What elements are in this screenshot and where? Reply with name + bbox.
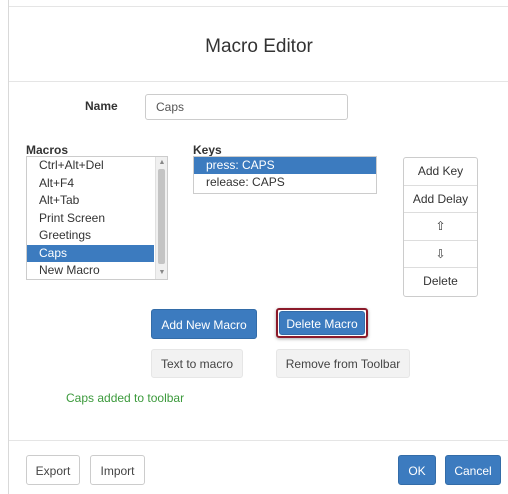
macro-item-alt-f4[interactable]: Alt+F4: [27, 175, 154, 193]
keys-listbox[interactable]: press: CAPS release: CAPS: [193, 156, 377, 194]
remove-from-toolbar-button[interactable]: Remove from Toolbar: [276, 349, 410, 378]
delete-macro-button[interactable]: Delete Macro: [279, 311, 365, 335]
macros-listbox[interactable]: Ctrl+Alt+Del Alt+F4 Alt+Tab Print Screen…: [26, 156, 168, 280]
macros-label: Macros: [26, 143, 69, 157]
macro-item-ctrl-alt-del[interactable]: Ctrl+Alt+Del: [27, 157, 154, 175]
macro-name-input[interactable]: [145, 94, 348, 120]
top-border: [9, 6, 508, 7]
import-button[interactable]: Import: [90, 455, 145, 485]
cancel-button[interactable]: Cancel: [445, 455, 501, 485]
key-item-press-caps[interactable]: press: CAPS: [194, 157, 376, 174]
macro-item-caps[interactable]: Caps: [27, 244, 154, 262]
export-button[interactable]: Export: [26, 455, 80, 485]
add-delay-button[interactable]: Add Delay: [404, 186, 477, 213]
move-up-arrow-icon[interactable]: ⇧: [404, 213, 477, 241]
key-button-group: Add Key Add Delay ⇧ ⇩ Delete: [403, 157, 478, 297]
keys-label: Keys: [193, 143, 222, 157]
ok-button[interactable]: OK: [398, 455, 436, 485]
header-divider: [9, 81, 508, 82]
scroll-up-arrow-icon[interactable]: ▲: [156, 158, 167, 168]
text-to-macro-button[interactable]: Text to macro: [151, 349, 243, 378]
status-message: Caps added to toolbar: [66, 391, 185, 405]
macro-item-print-screen[interactable]: Print Screen: [27, 210, 154, 228]
name-label: Name: [85, 99, 118, 113]
scroll-thumb[interactable]: [158, 169, 165, 264]
move-down-arrow-icon[interactable]: ⇩: [404, 241, 477, 268]
dialog-title: Macro Editor: [205, 36, 313, 57]
macro-item-new-macro[interactable]: New Macro: [27, 262, 154, 279]
macro-item-greetings[interactable]: Greetings: [27, 227, 154, 245]
add-key-button[interactable]: Add Key: [404, 158, 477, 186]
footer-divider: [9, 440, 508, 441]
macros-scrollbar[interactable]: ▲ ▼: [155, 157, 167, 279]
add-new-macro-button[interactable]: Add New Macro: [151, 309, 257, 339]
delete-key-button[interactable]: Delete: [404, 268, 477, 296]
key-item-release-caps[interactable]: release: CAPS: [194, 174, 376, 191]
scroll-down-arrow-icon[interactable]: ▼: [156, 268, 167, 278]
macro-item-alt-tab[interactable]: Alt+Tab: [27, 192, 154, 210]
